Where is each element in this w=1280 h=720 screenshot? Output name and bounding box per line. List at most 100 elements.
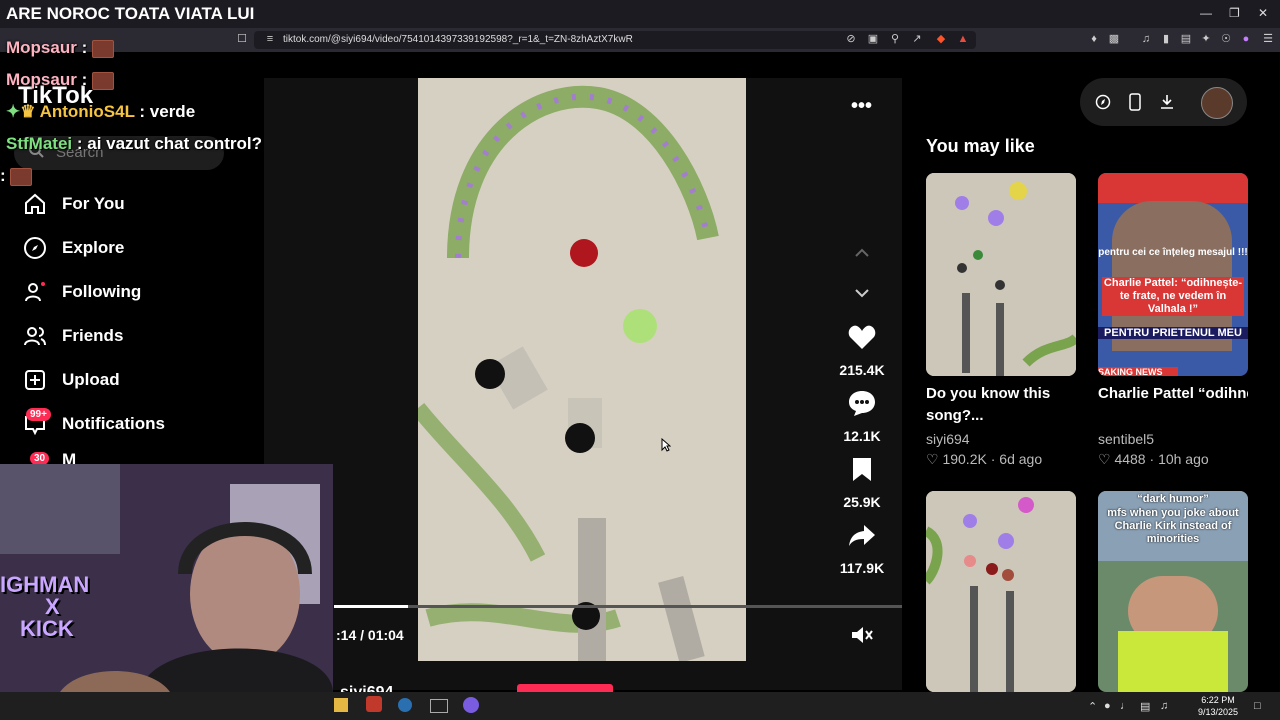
you-may-like-heading: You may like <box>926 136 1035 156</box>
chat-line: : <box>0 166 33 186</box>
sidebar-item-label: Upload <box>62 370 120 389</box>
webcam-overlay-line: KICK <box>20 616 74 641</box>
volume-tray-icon[interactable]: ♫ <box>1160 700 1168 712</box>
clock-date: 9/13/2025 <box>1198 707 1239 717</box>
extensions-icon[interactable]: ♦ <box>1088 33 1100 45</box>
chat-separator: : <box>0 166 6 185</box>
video-card-thumbnail[interactable]: “dark humor” mfs when you joke about Cha… <box>1098 491 1248 692</box>
video-card-thumbnail[interactable] <box>926 173 1076 376</box>
music-icon[interactable]: ♫ <box>1140 33 1152 45</box>
cast-icon[interactable]: ▣ <box>867 33 879 45</box>
video-card-thumbnail[interactable] <box>926 491 1076 692</box>
close-icon[interactable]: ✕ <box>1258 6 1268 20</box>
zoom-icon[interactable]: ⚲ <box>889 33 901 45</box>
folder-icon[interactable] <box>334 698 348 712</box>
comment-icon[interactable] <box>842 388 882 418</box>
video-card-thumbnail[interactable]: pentru cei ce înțeleg mesajul !!! Charli… <box>1098 173 1248 376</box>
clock[interactable]: 6:22 PM 9/13/2025 <box>1198 694 1238 718</box>
chat-line: ✦♛ AntonioS4L : verde <box>6 102 195 122</box>
wallet-icon[interactable]: ▤ <box>1180 33 1192 45</box>
chat-separator: : <box>76 38 88 57</box>
next-video-icon[interactable] <box>852 283 872 303</box>
thumbnail-banner <box>1098 173 1248 203</box>
minimize-icon[interactable]: — <box>1200 6 1212 20</box>
phone-icon[interactable] <box>1128 93 1142 111</box>
chat-message: ai vazut chat control? <box>82 134 262 153</box>
restore-icon[interactable]: ❐ <box>1229 6 1240 20</box>
progress-fill <box>334 605 408 608</box>
thumbnail-caption: “dark humor” <box>1137 493 1209 505</box>
webcam-overlay: IGHMAN X KICK <box>0 574 89 640</box>
friends-icon <box>22 323 48 349</box>
card-meta: ♡ 4488 · 10h ago <box>1098 451 1209 467</box>
url-text[interactable]: tiktok.com/@siyi694/video/75410143973391… <box>283 34 633 45</box>
card-title[interactable]: Do you know this song?... <box>926 383 1081 427</box>
thumbnail-image <box>926 173 1076 376</box>
sidebar-item-label: Explore <box>62 238 125 257</box>
bookmark-icon[interactable]: ☐ <box>236 33 248 45</box>
sidebar-icon[interactable]: ▮ <box>1160 33 1172 45</box>
share-icon[interactable] <box>842 520 882 550</box>
chat-separator: : <box>76 70 88 89</box>
share-icon[interactable]: ↗ <box>911 33 923 45</box>
reader-off-icon[interactable]: ⊘ <box>845 33 857 45</box>
card-author[interactable]: siyi694 <box>926 431 970 447</box>
leo-icon[interactable]: ✦ <box>1200 33 1212 45</box>
chat-user: AntonioS4L <box>39 102 135 121</box>
card-age: 6d ago <box>999 451 1043 467</box>
crown-icon: ♛ <box>20 102 36 121</box>
volume-icon[interactable] <box>850 624 874 646</box>
home-icon <box>22 191 48 217</box>
menu-icon[interactable]: ☰ <box>1262 33 1274 45</box>
emote-icon <box>91 71 114 90</box>
video-player[interactable] <box>418 78 746 661</box>
profile-icon[interactable]: ● <box>1240 33 1252 45</box>
emote-icon <box>10 167 33 186</box>
bookmark-icon[interactable] <box>842 454 882 484</box>
coin-icon[interactable] <box>1095 94 1111 110</box>
brave-shield-icon[interactable]: ◆ <box>935 33 947 45</box>
sidebar-item-for-you[interactable]: For You <box>22 189 125 219</box>
chat-user: StfMatei <box>6 134 73 153</box>
emote-icon <box>91 39 114 58</box>
more-options-icon[interactable]: ••• <box>851 95 872 118</box>
chat-line: StfMatei : ai vazut chat control? <box>6 134 262 154</box>
thumbnail-quote: Charlie Pattel: “odihnește-te frate, ne … <box>1102 277 1244 316</box>
rewards-icon[interactable]: ▲ <box>957 33 969 45</box>
mic-icon[interactable]: ● <box>1104 700 1111 712</box>
tray-chevron-icon[interactable]: ⌃ <box>1088 700 1097 713</box>
card-title[interactable]: Charlie Pattel “odihnește-te frate... <box>1098 383 1248 405</box>
progress-bar[interactable] <box>334 605 902 608</box>
chat-message: verde <box>145 102 196 121</box>
network-icon[interactable]: ▤ <box>1140 700 1150 713</box>
card-author[interactable]: sentibel5 <box>1098 431 1154 447</box>
thumbnail-image <box>926 491 1076 692</box>
brave-icon[interactable] <box>366 696 382 712</box>
tab-icon[interactable]: ▩ <box>1108 33 1120 45</box>
site-info-icon[interactable]: ≡ <box>264 33 276 45</box>
speaker-icon[interactable]: ♩ <box>1120 700 1131 712</box>
vpn-icon[interactable]: ☉ <box>1220 33 1232 45</box>
steam-icon[interactable] <box>398 698 412 712</box>
chat-user: Mopsaur <box>6 38 77 57</box>
app-icon[interactable] <box>463 697 479 713</box>
streamer-webcam: IGHMAN X KICK <box>0 464 333 692</box>
sidebar-item-following[interactable]: Following <box>22 277 141 307</box>
terminal-icon[interactable] <box>430 699 448 713</box>
compass-icon <box>22 235 48 261</box>
thumbnail-caption: pentru cei ce înțeleg mesajul !!! <box>1098 247 1248 258</box>
sidebar-item-friends[interactable]: Friends <box>22 321 123 351</box>
like-icon[interactable] <box>842 322 882 352</box>
card-age: 10h ago <box>1158 451 1209 467</box>
notifications-tray-icon[interactable]: □ <box>1254 700 1261 712</box>
avatar[interactable] <box>1201 87 1233 119</box>
badge-icon: ✦ <box>6 102 21 121</box>
sidebar-item-label: For You <box>62 194 125 213</box>
chat-line: Mopsaur : <box>6 38 114 58</box>
upload-icon <box>22 367 48 393</box>
download-icon[interactable] <box>1159 94 1175 110</box>
previous-video-icon[interactable] <box>852 243 872 263</box>
sidebar-item-upload[interactable]: Upload <box>22 365 120 395</box>
stream-title: ARE NOROC TOATA VIATA LUI <box>6 4 255 23</box>
sidebar-item-explore[interactable]: Explore <box>22 233 124 263</box>
